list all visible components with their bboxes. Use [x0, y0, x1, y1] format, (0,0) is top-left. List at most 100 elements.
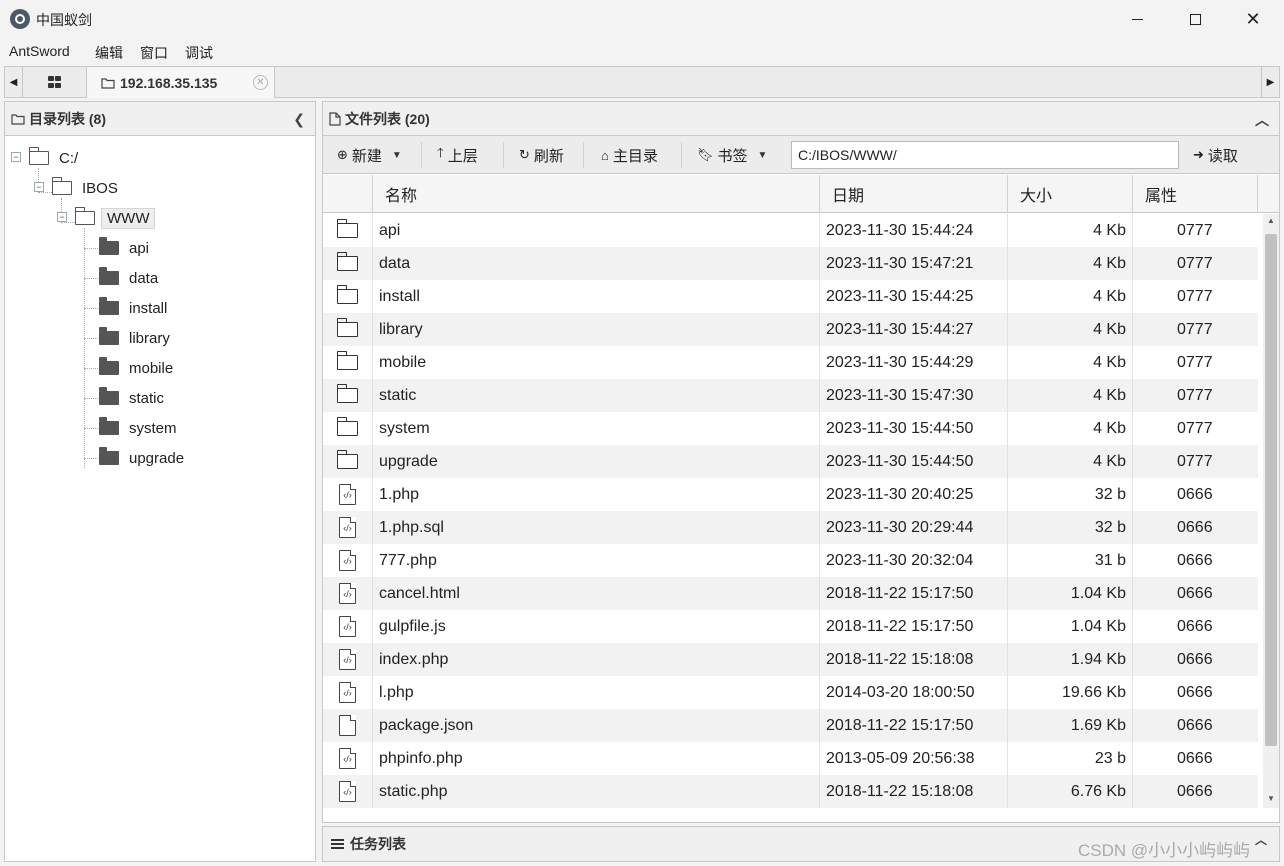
- folder-icon: [99, 447, 119, 465]
- tree-node-root[interactable]: C:/: [28, 146, 78, 170]
- tab-home[interactable]: [23, 67, 87, 97]
- task-list-title: 任务列表: [350, 836, 406, 852]
- file-attr-cell: 0666: [1177, 518, 1213, 536]
- tree-node-child[interactable]: upgrade: [99, 446, 184, 470]
- file-row[interactable]: system 2023-11-30 15:44:50 4 Kb 0777: [323, 412, 1258, 445]
- file-size-cell: 4 Kb: [1008, 214, 1133, 247]
- file-row[interactable]: package.json 2018-11-22 15:17:50 1.69 Kb 06…: [323, 709, 1258, 742]
- file-attr-cell: 0666: [1177, 617, 1213, 635]
- column-header-name[interactable]: 名称: [373, 175, 820, 213]
- file-row[interactable]: ‹/› phpinfo.php 2013-05-09 20:56:38 23 b 066…: [323, 742, 1258, 775]
- code-file-icon: ‹/›: [339, 483, 357, 505]
- tree-node-child[interactable]: install: [99, 296, 167, 320]
- code-file-icon: ‹/›: [339, 780, 357, 802]
- file-attr-cell: 0666: [1177, 749, 1213, 767]
- file-row[interactable]: ‹/› static.php 2018-11-22 15:18:08 6.76 Kb 0…: [323, 775, 1258, 808]
- file-attr-cell: 0666: [1177, 683, 1213, 701]
- tab-scroll-left-button[interactable]: ◀: [5, 67, 23, 97]
- tree-node-child[interactable]: data: [99, 266, 158, 290]
- file-row[interactable]: mobile 2023-11-30 15:44:29 4 Kb 0777: [323, 346, 1258, 379]
- file-attr-cell: 0777: [1177, 221, 1213, 239]
- file-row[interactable]: ‹/› l.php 2014-03-20 18:00:50 19.66 Kb 0666: [323, 676, 1258, 709]
- file-name-cell: gulpfile.js: [373, 610, 820, 643]
- refresh-button[interactable]: ↻ 刷新: [519, 143, 564, 167]
- file-row[interactable]: ‹/› index.php 2018-11-22 15:18:08 1.94 Kb 06…: [323, 643, 1258, 676]
- vertical-scrollbar[interactable]: ▲ ▼: [1263, 214, 1279, 808]
- file-icon: [329, 111, 341, 126]
- folder-icon: [99, 417, 119, 435]
- menu-edit[interactable]: 编辑: [95, 43, 123, 63]
- file-name-cell: 777.php: [373, 544, 820, 577]
- file-row-icon-cell: ‹/›: [323, 775, 373, 808]
- file-size-cell: 32 b: [1008, 478, 1133, 511]
- tree-node-www[interactable]: WWW: [74, 206, 156, 230]
- close-button[interactable]: ✕: [1224, 0, 1282, 38]
- file-row[interactable]: library 2023-11-30 15:44:27 4 Kb 0777: [323, 313, 1258, 346]
- tab-shell-session[interactable]: 192.168.35.135 ✕: [87, 67, 275, 98]
- file-date-cell: 2018-11-22 15:17:50: [820, 577, 1008, 610]
- up-level-button[interactable]: 🡑 上层: [437, 143, 478, 167]
- minimize-button[interactable]: [1108, 0, 1166, 38]
- file-list-panel-title: 文件列表 (20): [345, 110, 430, 127]
- path-input[interactable]: [791, 141, 1179, 169]
- file-date-cell: 2023-11-30 15:44:50: [820, 412, 1008, 445]
- scrollbar-thumb[interactable]: [1265, 234, 1277, 746]
- file-size-cell: 4 Kb: [1008, 247, 1133, 280]
- chevron-up-icon[interactable]: ︿: [1255, 110, 1269, 130]
- new-button[interactable]: ⊕ 新建 ▼: [337, 143, 402, 167]
- file-attr-cell: 0666: [1177, 782, 1213, 800]
- tree-node-child[interactable]: system: [99, 416, 177, 440]
- file-row[interactable]: upgrade 2023-11-30 15:44:50 4 Kb 0777: [323, 445, 1258, 478]
- file-row-icon-cell: [323, 412, 373, 445]
- menu-window[interactable]: 窗口: [140, 43, 168, 63]
- bookmark-button[interactable]: 🔖︎ 书签 ▼: [697, 143, 767, 167]
- tree-node-child[interactable]: api: [99, 236, 149, 260]
- maximize-button[interactable]: [1166, 0, 1224, 38]
- column-header-attr[interactable]: 属性: [1133, 175, 1258, 213]
- read-button[interactable]: ➜ 读取: [1193, 143, 1238, 167]
- file-row[interactable]: ‹/› 1.php.sql 2023-11-30 20:29:44 32 b 0666: [323, 511, 1258, 544]
- file-row[interactable]: ‹/› 777.php 2023-11-30 20:32:04 31 b 0666: [323, 544, 1258, 577]
- folder-open-icon: [28, 147, 49, 165]
- column-header-size[interactable]: 大小: [1008, 175, 1133, 213]
- file-row[interactable]: static 2023-11-30 15:47:30 4 Kb 0777: [323, 379, 1258, 412]
- chevron-up-icon[interactable]: ︿: [1255, 831, 1267, 848]
- folder-icon: [99, 357, 119, 375]
- file-row[interactable]: ‹/› gulpfile.js 2018-11-22 15:17:50 1.04 Kb…: [323, 610, 1258, 643]
- scroll-up-icon[interactable]: ▲: [1263, 216, 1279, 230]
- file-date-cell: 2023-11-30 15:44:50: [820, 445, 1008, 478]
- file-attr-cell: 0666: [1177, 485, 1213, 503]
- tree-toggle[interactable]: −: [34, 182, 44, 192]
- minimize-icon: [1131, 18, 1143, 20]
- tree-node-ibos[interactable]: IBOS: [51, 176, 118, 200]
- tree-node-child[interactable]: static: [99, 386, 164, 410]
- tree-toggle[interactable]: −: [57, 212, 67, 222]
- file-row-icon-cell: [323, 214, 373, 247]
- home-button[interactable]: ⌂ 主目录: [601, 143, 658, 167]
- file-name-cell: upgrade: [373, 445, 820, 478]
- menu-antsword[interactable]: AntSword: [9, 43, 70, 59]
- file-row-icon-cell: ‹/›: [323, 742, 373, 775]
- tab-scroll-right-button[interactable]: ▶: [1261, 67, 1279, 97]
- tree-node-child[interactable]: library: [99, 326, 170, 350]
- tree-toggle[interactable]: −: [11, 152, 21, 162]
- file-attr-cell: 0777: [1177, 287, 1213, 305]
- column-header-date[interactable]: 日期: [820, 175, 1008, 213]
- collapse-left-icon[interactable]: ❮: [293, 111, 305, 128]
- scroll-down-icon[interactable]: ▼: [1263, 794, 1279, 808]
- tree-node-child[interactable]: mobile: [99, 356, 173, 380]
- file-name-cell: static: [373, 379, 820, 412]
- close-icon: ✕: [1245, 9, 1261, 29]
- file-row[interactable]: ‹/› 1.php 2023-11-30 20:40:25 32 b 0666: [323, 478, 1258, 511]
- file-list-panel-header: 文件列表 (20) ︿: [323, 102, 1279, 136]
- file-row[interactable]: install 2023-11-30 15:44:25 4 Kb 0777: [323, 280, 1258, 313]
- tab-bar: ◀ 192.168.35.135 ✕ ▶: [4, 66, 1280, 98]
- file-attr-cell: 0666: [1177, 716, 1213, 734]
- file-row[interactable]: api 2023-11-30 15:44:24 4 Kb 0777: [323, 214, 1258, 247]
- file-row[interactable]: data 2023-11-30 15:47:21 4 Kb 0777: [323, 247, 1258, 280]
- tab-close-icon[interactable]: ✕: [253, 75, 268, 90]
- menu-debug[interactable]: 调试: [185, 43, 213, 63]
- file-attr-cell: 0777: [1177, 254, 1213, 272]
- folder-icon: [336, 351, 358, 370]
- file-row[interactable]: ‹/› cancel.html 2018-11-22 15:17:50 1.04 Kb…: [323, 577, 1258, 610]
